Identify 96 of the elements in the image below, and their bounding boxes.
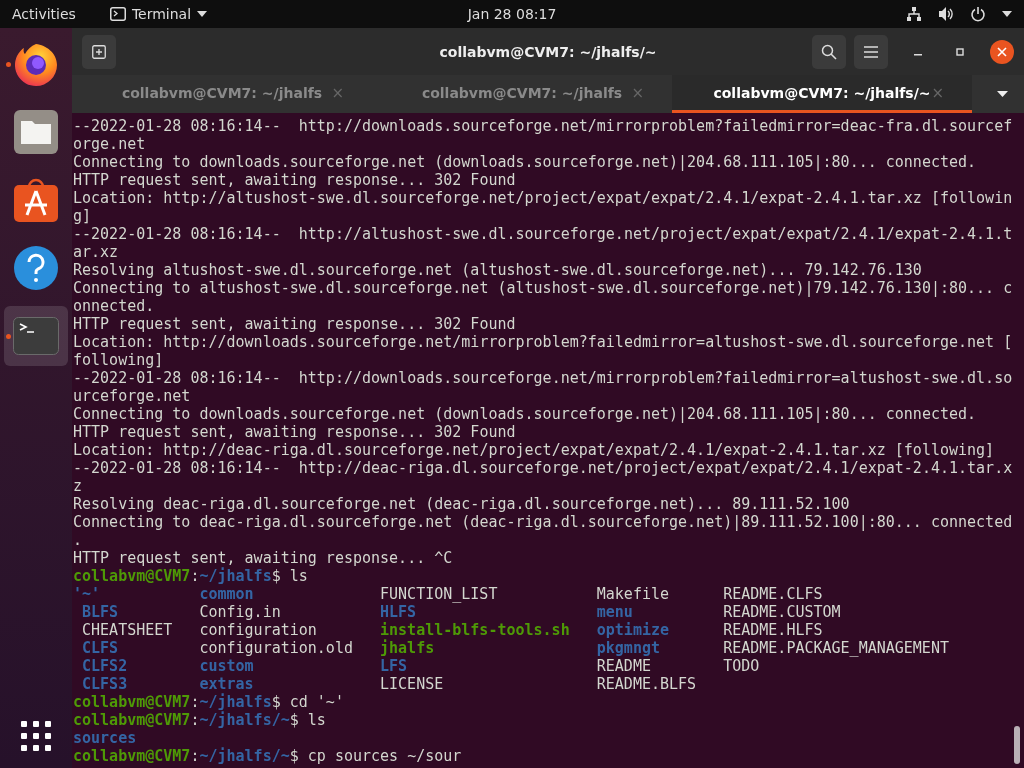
window-title: collabvm@CVM7: ~/jhalfs/~ [439,43,657,60]
output-line: --2022-01-28 08:16:14-- http://downloads.sourceforge.net/mirrorproblem?failedmirror=deac-fra.dl.sourceforge.net [73,117,1013,153]
output-line: Resolving deac-riga.dl.sourceforge.net (deac-riga.dl.sourceforge.net)... 89.111.52.100 [73,495,851,513]
file-entry: custom [199,657,254,675]
help-icon [13,245,59,291]
output-line: --2022-01-28 08:16:14-- http://deac-riga.dl.sourceforge.net/project/expat/expat/2.4.1/expat-2.4.1.tar.xz [73,459,1013,495]
file-entry: pkgmngt [596,639,660,657]
tab-close-button[interactable]: × [931,83,944,102]
clock[interactable]: Jan 28 08:17 [467,6,557,22]
output-line: HTTP request sent, awaiting response... ^C [73,549,454,567]
tab[interactable]: collabvm@CVM7: ~/jhalfs × [372,75,672,113]
file-entry: extras [199,675,254,693]
file-entry: HLFS [380,603,417,621]
output-line: HTTP request sent, awaiting response... 302 Found [73,171,517,189]
file-entry: LICENSE [380,675,444,693]
file-entry: install-blfs-tools.sh [380,621,570,639]
command-text: $ cp sources ~/sour [289,747,462,765]
output-line: --2022-01-28 08:16:14-- http://downloads.sourceforge.net/mirrorproblem?failedmirror=altushost-swe.dl.sourceforge.net [73,369,1013,405]
prompt-user: collabvm@CVM7 [73,567,191,585]
prompt-path: ~/jhalfs [199,693,272,711]
network-icon[interactable] [906,6,922,22]
app-menu[interactable]: Terminal [131,6,192,22]
output-line: Resolving altushost-swe.dl.sourceforge.net (altushost-swe.dl.sourceforge.net)... 79.142.76.130 [73,261,923,279]
file-entry: CLFS3 [81,675,128,693]
file-entry: configuration [199,621,317,639]
file-entry: CLFS2 [81,657,128,675]
output-line: Connecting to downloads.sourceforge.net (downloads.sourceforge.net)|204.68.111.105|:80... connected. [73,153,978,171]
file-entry: CLFS [81,639,119,657]
output-line: HTTP request sent, awaiting response... 302 Found [73,423,517,441]
minimize-icon [914,53,922,56]
output-line: Location: http://downloads.sourceforge.net/mirrorproblem?failedmirror=altushost-swe.dl.sourceforge.net [following] [73,333,1013,369]
prompt-separator: : [190,747,200,765]
caret-icon[interactable] [997,91,1008,97]
tab[interactable]: collabvm@CVM7: ~/jhalfs × [72,75,372,113]
file-entry: jhalfs [380,639,435,657]
file-entry: README.PACKAGE_MANAGEMENT [723,639,949,657]
file-entry: README [596,657,651,675]
power-icon[interactable] [970,6,986,22]
file-entry: Config.in [199,603,281,621]
scrollbar-thumb[interactable] [1014,726,1020,764]
new-tab-icon [92,44,106,59]
prompt-path: ~/jhalfs [199,567,272,585]
folder-icon [13,109,59,155]
file-entry: README.CLFS [723,585,823,603]
command-text: $ ls [271,567,308,585]
caret-icon[interactable] [1002,11,1012,17]
tab[interactable]: collabvm@CVM7: ~/jhalfs/~× [672,75,972,113]
app-grid-icon[interactable] [20,720,52,752]
volume-icon[interactable] [938,6,954,22]
menu-button[interactable] [854,34,888,69]
menu-icon [864,45,878,58]
command-text: $ ls [289,711,326,729]
file-entry: LFS [380,657,408,675]
output-line: Connecting to deac-riga.dl.sourceforge.net (deac-riga.dl.sourceforge.net)|89.111.52.100|:80... connected. [73,513,1013,549]
output-line: Connecting to altushost-swe.dl.sourceforge.net (altushost-swe.dl.sourceforge.net)|79.142.76.130|:80... connected. [73,279,1013,315]
close-icon [997,46,1007,57]
terminal-icon [13,317,59,355]
file-entry: optimize [596,621,669,639]
shopping-bag-icon [13,177,59,223]
output-line: HTTP request sent, awaiting response... 302 Found [73,315,517,333]
file-entry: README.HLFS [723,621,823,639]
file-entry: BLFS [81,603,119,621]
caret-icon [197,11,208,17]
prompt-user: collabvm@CVM7 [73,711,191,729]
close-button[interactable] [990,39,1014,64]
prompt-separator: : [190,693,200,711]
maximize-icon [955,46,965,57]
file-entry: TODO [723,657,760,675]
file-entry: README.CUSTOM [723,603,841,621]
output-line: Location: http://altushost-swe.dl.sourceforge.net/project/expat/expat/2.4.1/expat-2.4.1.tar.xz [following] [73,189,1013,225]
file-entry: menu [596,603,633,621]
terminal-icon [109,7,126,21]
search-icon [821,43,837,60]
new-tab-button[interactable] [82,34,116,69]
file-entry: configuration.old [199,639,353,657]
search-button[interactable] [812,34,846,69]
prompt-separator: : [190,567,200,585]
command-text: $ cd '~' [271,693,344,711]
file-entry: common [199,585,254,603]
output-line: Connecting to downloads.sourceforge.net (downloads.sourceforge.net)|204.68.111.105|:80... connected. [73,405,978,423]
prompt-path: ~/jhalfs/~ [199,747,290,765]
tab-close-button[interactable]: × [631,83,644,102]
prompt-user: collabvm@CVM7 [73,693,191,711]
prompt-separator: : [190,711,200,729]
file-entry: FUNCTION_LIST [380,585,498,603]
activities-button[interactable]: Activities [0,6,88,22]
output-line: Location: http://deac-riga.dl.sourceforge.net/project/expat/expat/2.4.1/expat-2.4.1.tar.xz [following] [73,441,996,459]
file-entry: Makefile [596,585,669,603]
file-entry: sources [73,729,137,747]
file-entry: '~' [73,585,101,603]
output-line: --2022-01-28 08:16:14-- http://altushost-swe.dl.sourceforge.net/project/expat/expat/2.4.1/expat-2.4.1.tar.xz [73,225,1013,261]
file-entry: README.BLFS [596,675,697,693]
tab-close-button[interactable]: × [331,83,344,102]
prompt-user: collabvm@CVM7 [73,747,191,765]
prompt-path: ~/jhalfs/~ [199,711,290,729]
file-entry: CHEATSHEET [81,621,173,639]
